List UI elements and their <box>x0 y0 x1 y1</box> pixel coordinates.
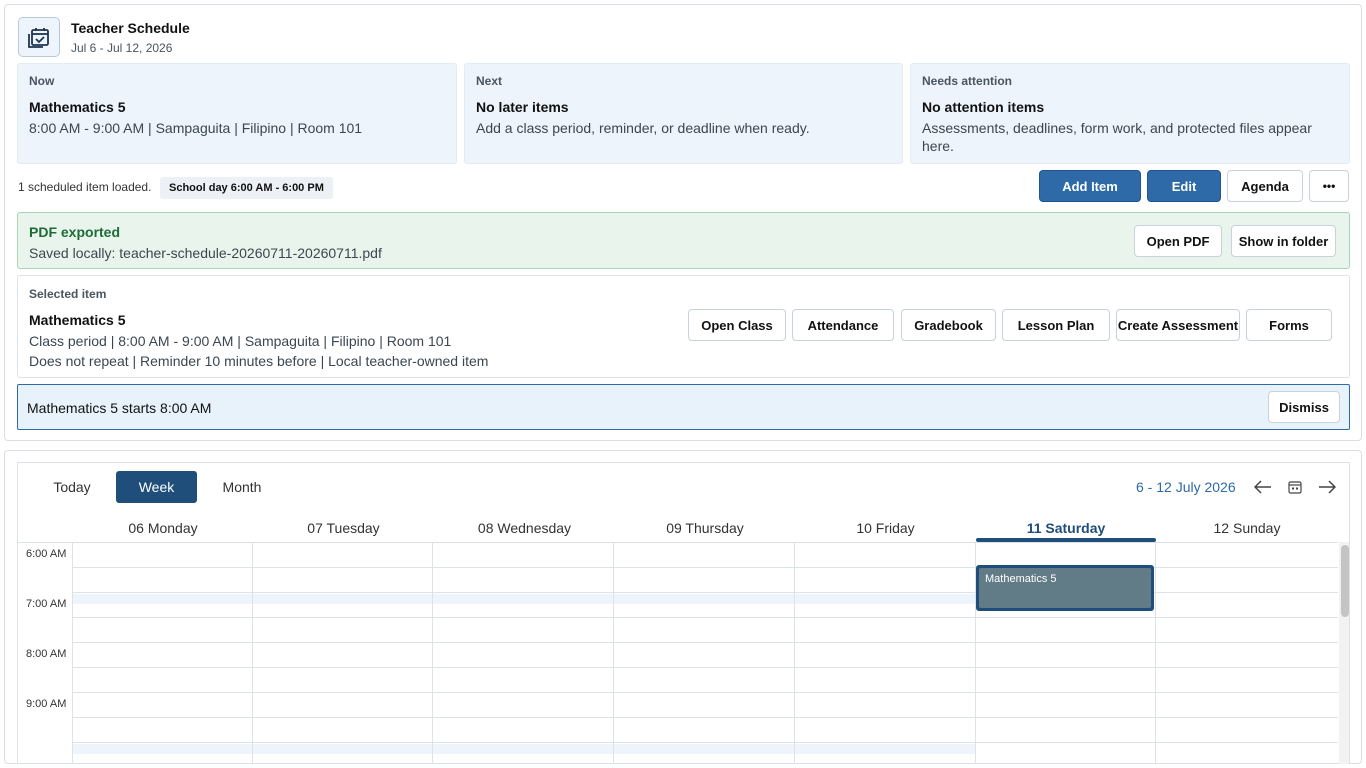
grid-line <box>72 667 1338 668</box>
agenda-button[interactable]: Agenda <box>1227 170 1303 202</box>
create-assessment-button[interactable]: Create Assessment <box>1116 309 1240 341</box>
grid-line <box>72 717 1338 718</box>
grid-line <box>72 617 1338 618</box>
day-header-tuesday: 07 Tuesday <box>307 520 380 536</box>
items-loaded-status: 1 scheduled item loaded. <box>18 180 152 194</box>
arrow-left-icon[interactable] <box>1251 475 1275 499</box>
needs-attention-card: Needs attention No attention items Asses… <box>910 63 1350 164</box>
export-saved-path: Saved locally: teacher-schedule-20260711… <box>29 245 382 261</box>
time-label: 7:00 AM <box>26 598 67 610</box>
reminder-banner: Mathematics 5 starts 8:00 AM Dismiss <box>17 384 1350 430</box>
day-header-monday: 06 Monday <box>128 520 198 536</box>
attention-title: No attention items <box>922 99 1045 115</box>
attention-label: Needs attention <box>922 74 1013 88</box>
schedule-overview-panel: Teacher Schedule Jul 6 - Jul 12, 2026 No… <box>4 4 1362 441</box>
day-header-wednesday: 08 Wednesday <box>477 520 572 536</box>
forms-button[interactable]: Forms <box>1246 309 1332 341</box>
selected-repeat-info: Does not repeat | Reminder 10 minutes be… <box>29 353 489 369</box>
day-header-saturday: 11 Saturday <box>1026 520 1106 536</box>
next-title: No later items <box>476 99 569 115</box>
tab-today[interactable]: Today <box>38 471 106 503</box>
calendar-scrollbar[interactable] <box>1339 542 1349 764</box>
grid-line <box>72 692 1338 693</box>
arrow-right-icon[interactable] <box>1315 475 1339 499</box>
dismiss-button[interactable]: Dismiss <box>1268 391 1340 423</box>
grid-line <box>252 543 253 764</box>
week-calendar: Today Week Month 6 - 12 July 2026 06 Mon… <box>17 462 1350 764</box>
day-header-sunday: 12 Sunday <box>1213 520 1281 536</box>
next-text: Add a class period, reminder, or deadlin… <box>476 120 810 136</box>
next-label: Next <box>476 74 503 88</box>
grid-line <box>72 642 1338 643</box>
attention-text: Assessments, deadlines, form work, and p… <box>922 120 1312 154</box>
lesson-plan-button[interactable]: Lesson Plan <box>1002 309 1110 341</box>
grid-line <box>613 543 614 764</box>
now-card: Now Mathematics 5 8:00 AM - 9:00 AM | Sa… <box>17 63 457 164</box>
pdf-export-banner: PDF exported Saved locally: teacher-sche… <box>17 212 1350 269</box>
selected-details: Class period | 8:00 AM - 9:00 AM | Sampa… <box>29 333 452 349</box>
now-text: 8:00 AM - 9:00 AM | Sampaguita | Filipin… <box>29 120 363 136</box>
date-range-subtitle: Jul 6 - Jul 12, 2026 <box>71 41 173 55</box>
time-label: 6:00 AM <box>26 548 67 560</box>
calendar-range-label: 6 - 12 July 2026 <box>1136 479 1236 495</box>
event-title: Mathematics 5 <box>979 568 1151 608</box>
edit-button[interactable]: Edit <box>1147 170 1221 202</box>
school-day-badge: School day 6:00 AM - 6:00 PM <box>160 177 333 199</box>
open-pdf-button[interactable]: Open PDF <box>1134 225 1222 257</box>
time-label: 8:00 AM <box>26 648 67 660</box>
hour-shade <box>73 594 975 604</box>
gradebook-button[interactable]: Gradebook <box>901 309 996 341</box>
calendar-check-icon <box>18 17 60 57</box>
grid-line <box>72 543 73 764</box>
hour-shade <box>73 744 975 754</box>
calendar-event-mathematics-5[interactable]: Mathematics 5 <box>976 565 1154 611</box>
calendar-panel: Today Week Month 6 - 12 July 2026 06 Mon… <box>4 450 1362 764</box>
grid-line <box>72 742 1338 743</box>
date-picker-icon[interactable] <box>1283 475 1307 499</box>
open-class-button[interactable]: Open Class <box>688 309 786 341</box>
more-options-button[interactable]: ••• <box>1309 170 1349 202</box>
grid-line <box>432 543 433 764</box>
next-card: Next No later items Add a class period, … <box>464 63 903 164</box>
time-label: 9:00 AM <box>26 698 67 710</box>
reminder-text: Mathematics 5 starts 8:00 AM <box>27 400 212 416</box>
tab-month[interactable]: Month <box>208 471 276 503</box>
selected-label: Selected item <box>29 287 107 301</box>
selected-item-panel: Selected item Mathematics 5 Class period… <box>17 275 1350 378</box>
grid-line <box>1155 543 1156 764</box>
selected-title: Mathematics 5 <box>29 312 126 328</box>
day-header-thursday: 09 Thursday <box>666 520 744 536</box>
page-title: Teacher Schedule <box>71 20 190 36</box>
scrollbar-thumb[interactable] <box>1341 545 1349 617</box>
attendance-button[interactable]: Attendance <box>792 309 894 341</box>
grid-line <box>794 543 795 764</box>
day-header-friday: 10 Friday <box>856 520 915 536</box>
show-in-folder-button[interactable]: Show in folder <box>1231 225 1336 257</box>
add-item-button[interactable]: Add Item <box>1039 170 1141 202</box>
now-label: Now <box>29 74 55 88</box>
export-title: PDF exported <box>29 224 121 240</box>
now-title: Mathematics 5 <box>29 99 126 115</box>
tab-week[interactable]: Week <box>116 471 197 503</box>
